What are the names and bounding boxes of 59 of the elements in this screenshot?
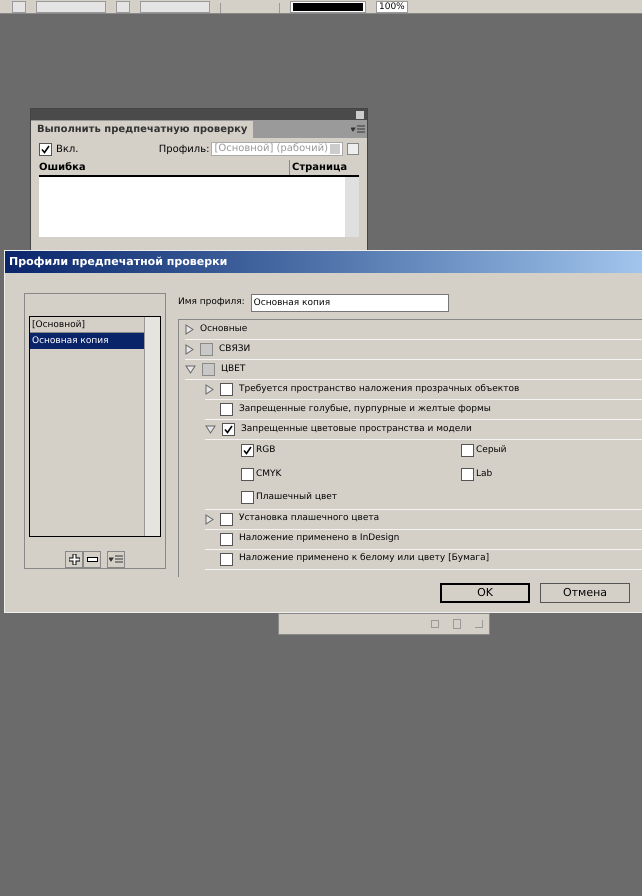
profile-name-field[interactable]: Основная копия (250, 294, 449, 312)
rule-label: Установка плашечного цвета (239, 512, 380, 526)
rule-label: Наложение применено к белому или цвету [Бумага] (239, 552, 490, 566)
checkbox[interactable] (461, 444, 474, 458)
option-label: Серый (476, 444, 506, 457)
profile-list-item[interactable]: Основная копия (30, 333, 144, 349)
profile-label: Профиль: (158, 142, 210, 156)
option-label: Плашечный цвет (256, 491, 338, 504)
checkbox[interactable] (39, 142, 52, 156)
checkbox[interactable] (220, 383, 233, 396)
checkbox-label: Вкл. (56, 142, 78, 156)
dialog-title: Профили предпечатной проверки (9, 254, 228, 270)
checkbox[interactable] (241, 491, 254, 504)
list-menu-icon[interactable] (107, 551, 125, 568)
option-label: CMYK (256, 468, 282, 480)
option-label: Lab (476, 468, 492, 480)
dialog-button[interactable]: Отмена (540, 583, 630, 603)
tree-item-label: Основные (200, 322, 248, 336)
add-icon[interactable] (65, 551, 83, 568)
dropdown-field[interactable] (36, 1, 106, 13)
checkbox[interactable] (202, 363, 215, 376)
option-label: RGB (256, 444, 276, 457)
expand-triangle-icon[interactable] (185, 324, 194, 335)
checkbox[interactable] (220, 403, 233, 416)
checkbox[interactable] (222, 423, 235, 436)
dialog-button[interactable]: OK (440, 583, 530, 603)
checkbox[interactable] (220, 532, 233, 546)
checkbox[interactable] (241, 468, 254, 481)
checkmark-icon (41, 144, 50, 154)
checkbox[interactable] (461, 468, 474, 481)
collapse-triangle-icon[interactable] (185, 365, 196, 374)
rule-label: Наложение применено в InDesign (239, 532, 400, 546)
checkbox[interactable] (220, 552, 233, 566)
dropdown-field[interactable] (140, 1, 210, 13)
scrollbar-track[interactable] (345, 177, 359, 237)
checkmark-icon (243, 446, 252, 456)
checkbox[interactable] (220, 512, 233, 526)
zoom-field[interactable]: 100% (376, 1, 408, 13)
checkbox[interactable] (200, 343, 213, 356)
resize-grip-icon[interactable] (475, 620, 483, 628)
expand-triangle-icon[interactable] (205, 514, 214, 524)
checkbox[interactable] (241, 444, 254, 458)
rule-label: Запрещенные цветовые пространства и модели (241, 422, 472, 436)
tree-item-label: СВЯЗИ (219, 342, 250, 356)
expand-triangle-icon[interactable] (185, 344, 194, 355)
panel-menu-icon[interactable] (351, 125, 365, 134)
rule-label: Запрещенные голубые, пурпурные и желтые формы (239, 402, 491, 416)
panel-tab[interactable]: Выполнить предпечатную проверку (31, 121, 254, 138)
tree-item-label: ЦВЕТ (221, 362, 246, 376)
checkmark-icon (224, 425, 233, 434)
scrollbar-track[interactable] (144, 317, 160, 536)
rule-label: Требуется пространство наложения прозрачных объектов (239, 382, 520, 396)
remove-icon[interactable] (83, 551, 101, 568)
expand-triangle-icon[interactable] (205, 384, 214, 395)
column-header: Ошибка (39, 161, 87, 175)
profile-name-label: Имя профиля: (178, 296, 245, 310)
stroke-color-dropdown[interactable] (290, 1, 366, 13)
collapse-triangle-icon[interactable] (205, 425, 216, 434)
column-header: Страница (289, 160, 345, 175)
